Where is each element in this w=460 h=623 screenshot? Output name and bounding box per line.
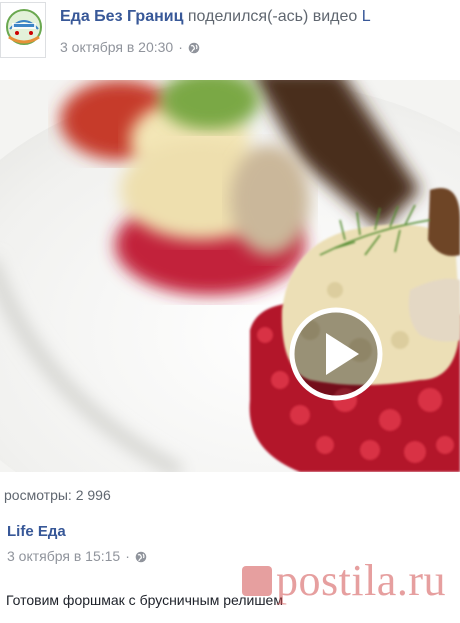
- page-name-link[interactable]: Еда Без Границ: [60, 8, 183, 25]
- author-line: Еда Без Границ поделился(-ась) видео L: [60, 8, 371, 26]
- watermark-text: postila.ru: [276, 556, 446, 605]
- globe-icon[interactable]: [135, 550, 147, 563]
- video-thumbnail: [0, 80, 460, 472]
- meta-separator: ·: [178, 39, 183, 55]
- meta-separator: ·: [125, 548, 130, 564]
- shared-video-link[interactable]: L: [362, 8, 371, 25]
- shared-text: поделился(-ась) видео: [187, 8, 358, 25]
- shared-post-meta: 3 октября в 15:15 ·: [7, 548, 147, 564]
- globe-icon[interactable]: [188, 41, 200, 54]
- video-player[interactable]: [0, 80, 460, 472]
- post-meta: 3 октября в 20:30 ·: [60, 39, 200, 55]
- shared-post-author-link[interactable]: Life Еда: [7, 523, 66, 540]
- shared-post-timestamp[interactable]: 3 октября в 15:15: [7, 548, 120, 564]
- post-header: Еда Без Границ поделился(-ась) видео L 3…: [0, 0, 460, 80]
- play-button[interactable]: [289, 307, 383, 401]
- view-count: росмотры: 2 996: [4, 487, 111, 503]
- post-timestamp[interactable]: 3 октября в 20:30: [60, 39, 173, 55]
- page-avatar[interactable]: [0, 2, 46, 58]
- play-icon: [289, 307, 383, 401]
- post-description: Готовим форшмак с брусничным релишем: [6, 592, 283, 608]
